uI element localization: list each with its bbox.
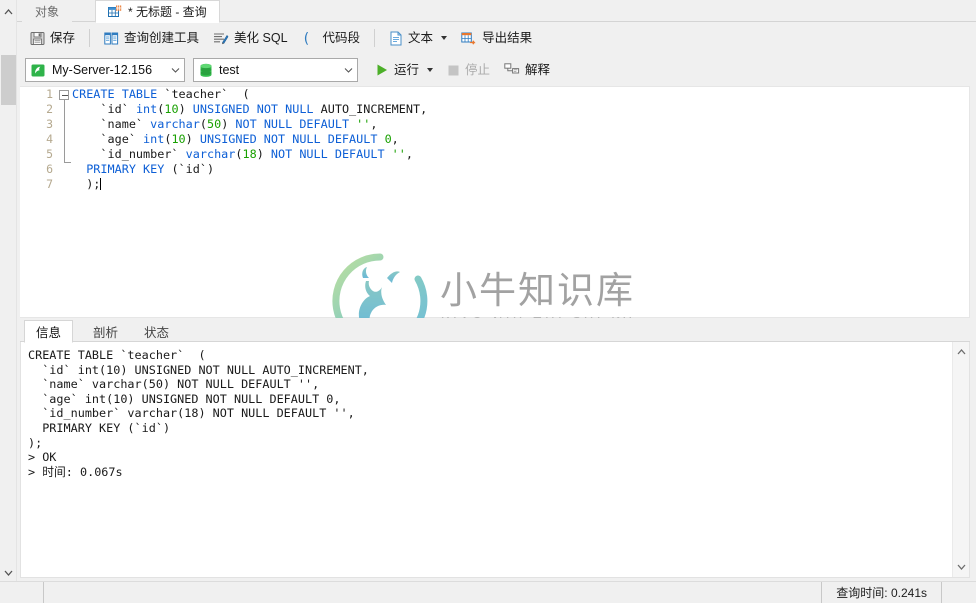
chevron-down-icon[interactable]: [441, 36, 448, 40]
run-button-label: 运行: [394, 62, 420, 77]
editor-line: `age` int(10) UNSIGNED NOT NULL DEFAULT …: [72, 132, 399, 146]
query-grid-icon: [108, 5, 122, 19]
toolbar-separator: [374, 29, 376, 47]
text-button[interactable]: 文本: [382, 26, 454, 50]
code-snippet-label: 代码段: [322, 30, 361, 45]
main-toolbar: 保存 查询创建工具 美化 SQL (代码段 文本 导出结果: [17, 22, 976, 54]
editor-line: );: [72, 177, 102, 191]
sql-editor[interactable]: 1 2 3 4 5 6 7 CREATE TABLE `teacher` ( `…: [20, 86, 970, 318]
run-button[interactable]: 运行: [368, 58, 440, 82]
line-number: 3: [46, 117, 53, 131]
database-icon: [199, 63, 213, 78]
editor-code-content[interactable]: CREATE TABLE `teacher` ( `id` int(10) UN…: [72, 87, 427, 192]
text-button-label: 文本: [408, 30, 434, 45]
export-result-button[interactable]: 导出结果: [454, 26, 539, 50]
query-builder-button[interactable]: 查询创建工具: [97, 26, 206, 50]
fold-collapse-icon[interactable]: [59, 89, 69, 100]
fold-guide-foot: [63, 162, 71, 163]
window-tab-strip: 对象 * 无标题 - 查询: [17, 0, 976, 23]
code-snippet-icon: ( ): [302, 31, 318, 46]
query-builder-icon: [104, 31, 119, 46]
line-number: 1: [46, 87, 53, 101]
result-tab-strip: 信息 剖析 状态: [20, 320, 970, 343]
result-tab-status[interactable]: 状态: [133, 320, 180, 342]
result-panel[interactable]: CREATE TABLE `teacher` ( `id` int(10) UN…: [20, 342, 970, 578]
left-vertical-scrollbar[interactable]: [0, 0, 17, 587]
text-icon: [389, 31, 403, 46]
save-button-label: 保存: [50, 30, 76, 45]
chevron-down-icon[interactable]: [427, 68, 434, 72]
result-tab-profile-label: 剖析: [93, 325, 119, 340]
stop-button-label: 停止: [465, 62, 491, 77]
server-select-value: My-Server-12.156: [52, 63, 153, 77]
line-number: 2: [46, 102, 53, 116]
chevron-down-icon[interactable]: [339, 59, 357, 81]
play-icon: [375, 63, 389, 77]
status-bar-left-gap: [0, 581, 44, 603]
result-tab-info-label: 信息: [36, 326, 62, 340]
text-cursor: [100, 178, 102, 190]
code-snippet-button[interactable]: ( ) 代码段: [295, 26, 368, 50]
status-bar-message-area: [44, 582, 821, 603]
editor-line: PRIMARY KEY (`id`): [72, 162, 215, 176]
database-select-value: test: [219, 63, 240, 77]
left-scrollbar-thumb[interactable]: [1, 55, 16, 105]
tab-objects-label: 对象: [35, 4, 60, 19]
save-button[interactable]: 保存: [23, 26, 82, 50]
tab-query-label: * 无标题 - 查询: [128, 5, 207, 19]
stop-button[interactable]: 停止: [440, 58, 497, 82]
result-vertical-scrollbar[interactable]: [952, 342, 969, 577]
server-icon: [31, 63, 46, 78]
result-output-text: CREATE TABLE `teacher` ( `id` int(10) UN…: [28, 348, 369, 479]
result-tab-info[interactable]: 信息: [24, 320, 74, 343]
explain-button-label: 解释: [525, 62, 551, 77]
fold-guide-line: [63, 100, 65, 162]
save-icon: [30, 31, 45, 46]
editor-gutter: 1 2 3 4 5 6 7: [20, 87, 58, 317]
tab-objects[interactable]: 对象: [22, 0, 73, 22]
scroll-up-arrow-icon[interactable]: [953, 344, 969, 360]
editor-line: `id` int(10) UNSIGNED NOT NULL AUTO_INCR…: [72, 102, 428, 116]
toolbar-separator: [89, 29, 91, 47]
status-query-time: 查询时间: 0.241s: [821, 581, 942, 603]
export-result-label: 导出结果: [482, 30, 533, 45]
beautify-sql-label: 美化 SQL: [234, 30, 288, 45]
result-tab-status-label: 状态: [144, 325, 170, 340]
scroll-up-arrow-icon[interactable]: [0, 3, 17, 20]
editor-line: `name` varchar(50) NOT NULL DEFAULT '',: [72, 117, 378, 131]
server-select[interactable]: My-Server-12.156: [25, 58, 185, 82]
query-builder-label: 查询创建工具: [124, 30, 200, 45]
editor-line: CREATE TABLE `teacher` (: [72, 87, 250, 101]
line-number: 6: [46, 162, 53, 176]
result-tab-profile[interactable]: 剖析: [82, 320, 129, 342]
svg-text:( ): ( ): [302, 31, 318, 46]
beautify-sql-icon: [213, 31, 229, 46]
export-result-icon: [461, 31, 477, 46]
editor-line: `id_number` varchar(18) NOT NULL DEFAULT…: [72, 147, 413, 161]
scroll-down-arrow-icon[interactable]: [953, 559, 969, 575]
line-number: 7: [46, 177, 53, 191]
run-toolbar: My-Server-12.156 test 运行 停止 解释: [17, 54, 976, 86]
line-number: 4: [46, 132, 53, 146]
tab-query-untitled[interactable]: * 无标题 - 查询: [95, 0, 220, 23]
status-bar: 查询时间: 0.241s: [0, 581, 976, 603]
scroll-down-arrow-icon[interactable]: [0, 564, 17, 581]
chevron-down-icon[interactable]: [166, 59, 184, 81]
database-select[interactable]: test: [193, 58, 358, 82]
stop-icon: [447, 64, 460, 77]
line-number: 5: [46, 147, 53, 161]
explain-icon: [504, 63, 520, 77]
editor-fold-column: [58, 87, 72, 317]
status-bar-right-gap: [942, 582, 976, 603]
explain-button[interactable]: 解释: [497, 58, 557, 82]
navicat-query-window: 对象 * 无标题 - 查询 保存 查询创建工具 美化 SQL (代码段 文本 …: [0, 0, 976, 603]
beautify-sql-button[interactable]: 美化 SQL: [206, 26, 295, 50]
